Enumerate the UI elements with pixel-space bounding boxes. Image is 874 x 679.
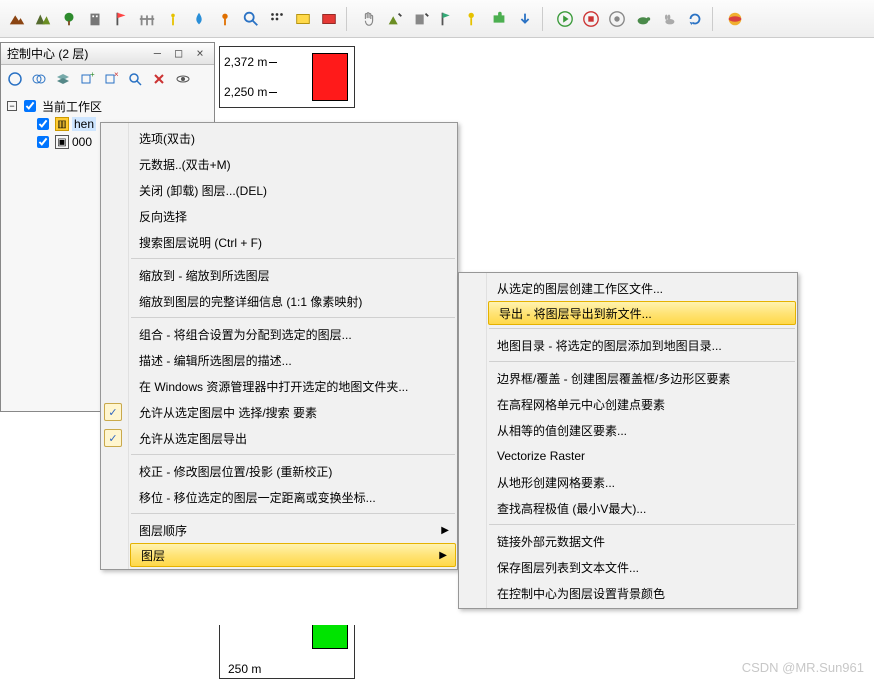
- smi-find-minmax[interactable]: 查找高程极值 (最小V最大)...: [487, 495, 797, 521]
- layer1-checkbox[interactable]: [37, 118, 49, 130]
- edit-pin-icon[interactable]: [462, 8, 484, 30]
- smi-export[interactable]: 导出 - 将图层导出到新文件...: [488, 301, 796, 325]
- smi-vectorize[interactable]: Vectorize Raster: [487, 443, 797, 469]
- legend-swatch-green: [312, 625, 348, 649]
- watermark-text: CSDN @MR.Sun961: [742, 660, 864, 675]
- mountain-icon[interactable]: [32, 8, 54, 30]
- tree-icon[interactable]: [58, 8, 80, 30]
- legend-value-1: 2,372 m: [224, 55, 267, 69]
- svg-text:+: +: [90, 71, 95, 79]
- terrain-icon[interactable]: [6, 8, 28, 30]
- smi-save-list[interactable]: 保存图层列表到文本文件...: [487, 554, 797, 580]
- mi-metadata[interactable]: 元数据..(双击+M): [129, 151, 457, 177]
- layer-context-menu: 选项(双击) 元数据..(双击+M) 关闭 (卸载) 图层...(DEL) 反向…: [100, 122, 458, 570]
- arrow-down-icon[interactable]: [514, 8, 536, 30]
- panel-min-button[interactable]: —: [149, 47, 165, 61]
- smi-bbox[interactable]: 边界框/覆盖 - 创建图层覆盖框/多边形区要素: [487, 365, 797, 391]
- rect-yellow-icon[interactable]: [292, 8, 314, 30]
- mi-open-explorer[interactable]: 在 Windows 资源管理器中打开选定的地图文件夹...: [129, 373, 457, 399]
- ptb-rings-icon[interactable]: [29, 69, 49, 89]
- mi-invert-select[interactable]: 反向选择: [129, 203, 457, 229]
- ptb-close-icon[interactable]: [149, 69, 169, 89]
- panel-close-button[interactable]: ×: [192, 47, 208, 61]
- legend-swatch-red: [312, 53, 348, 101]
- submenu-arrow-icon: ▶: [439, 550, 447, 561]
- hand-icon[interactable]: [358, 8, 380, 30]
- mi-options[interactable]: 选项(双击): [129, 125, 457, 151]
- mi-group[interactable]: 组合 - 将组合设置为分配到选定的图层...: [129, 321, 457, 347]
- dotgrid-icon[interactable]: [266, 8, 288, 30]
- smi-terrain-grid[interactable]: 从地形创建网格要素...: [487, 469, 797, 495]
- root-checkbox[interactable]: [24, 100, 36, 112]
- main-toolbar: [0, 0, 874, 38]
- layer-submenu: 从选定的图层创建工作区文件... 导出 - 将图层导出到新文件... 地图目录 …: [458, 272, 798, 609]
- rabbit-icon[interactable]: [658, 8, 680, 30]
- building-icon[interactable]: [84, 8, 106, 30]
- svg-text:×: ×: [114, 71, 119, 79]
- puzzle-icon[interactable]: [488, 8, 510, 30]
- turtle-icon[interactable]: [632, 8, 654, 30]
- edit-terrain-icon[interactable]: [384, 8, 406, 30]
- check-icon: ✓: [104, 429, 122, 447]
- smi-bgcolor[interactable]: 在控制中心为图层设置背景颜色: [487, 580, 797, 606]
- smi-equal-areas[interactable]: 从相等的值创建区要素...: [487, 417, 797, 443]
- panel-titlebar[interactable]: 控制中心 (2 层) — □ ×: [1, 43, 214, 65]
- flag-icon[interactable]: [110, 8, 132, 30]
- legend-window[interactable]: 2,372 m 2,250 m: [219, 46, 355, 108]
- record-icon[interactable]: [606, 8, 628, 30]
- mi-allow-select[interactable]: ✓允许从选定图层中 选择/搜索 要素: [129, 399, 457, 425]
- submenu-arrow-icon: ▶: [441, 525, 449, 536]
- layer2-checkbox[interactable]: [37, 136, 49, 148]
- pin-icon[interactable]: [214, 8, 236, 30]
- ptb-removelayer-icon[interactable]: ×: [101, 69, 121, 89]
- rect-red-icon[interactable]: [318, 8, 340, 30]
- mi-rectify[interactable]: 校正 - 修改图层位置/投影 (重新校正): [129, 458, 457, 484]
- check-icon: ✓: [104, 403, 122, 421]
- collapse-toggle[interactable]: −: [7, 101, 17, 111]
- smi-elev-points[interactable]: 在高程网格单元中心创建点要素: [487, 391, 797, 417]
- raster-icon: ▥: [55, 117, 69, 131]
- water-icon[interactable]: [188, 8, 210, 30]
- mi-zoom-detail[interactable]: 缩放到图层的完整详细信息 (1:1 像素映射): [129, 288, 457, 314]
- mi-allow-export[interactable]: ✓允许从选定图层导出: [129, 425, 457, 451]
- tool-a-icon[interactable]: [162, 8, 184, 30]
- mi-search-desc[interactable]: 搜索图层说明 (Ctrl + F): [129, 229, 457, 255]
- globe-icon[interactable]: [724, 8, 746, 30]
- layer2-label: 000: [72, 135, 92, 149]
- loop-icon[interactable]: [684, 8, 706, 30]
- ptb-layers-icon[interactable]: [53, 69, 73, 89]
- ptb-zoom-icon[interactable]: [125, 69, 145, 89]
- edit-building-icon[interactable]: [410, 8, 432, 30]
- root-label: 当前工作区: [42, 98, 102, 115]
- smi-map-catalog[interactable]: 地图目录 - 将选定的图层添加到地图目录...: [487, 332, 797, 358]
- panel-title-text: 控制中心 (2 层): [7, 45, 88, 62]
- fence-icon[interactable]: [136, 8, 158, 30]
- ptb-globe-icon[interactable]: [5, 69, 25, 89]
- edit-flag-icon[interactable]: [436, 8, 458, 30]
- mi-describe[interactable]: 描述 - 编辑所选图层的描述...: [129, 347, 457, 373]
- mi-layer-submenu[interactable]: 图层▶: [130, 543, 456, 567]
- mi-shift[interactable]: 移位 - 移位选定的图层一定距离或变换坐标...: [129, 484, 457, 510]
- tree-root-row[interactable]: − 当前工作区: [7, 97, 208, 115]
- mi-layer-order[interactable]: 图层顺序▶: [129, 517, 457, 543]
- legend-window-bottom: 250 m: [219, 625, 355, 679]
- stop-icon[interactable]: [580, 8, 602, 30]
- panel-toolbar: + ×: [1, 65, 214, 93]
- mi-close-layer[interactable]: 关闭 (卸载) 图层...(DEL): [129, 177, 457, 203]
- ptb-eye-icon[interactable]: [173, 69, 193, 89]
- layer1-label: hen: [72, 117, 96, 131]
- ptb-addlayer-icon[interactable]: +: [77, 69, 97, 89]
- play-icon[interactable]: [554, 8, 576, 30]
- legend-value-3: 250 m: [228, 662, 261, 676]
- search-icon[interactable]: [240, 8, 262, 30]
- panel-max-button[interactable]: □: [171, 47, 187, 61]
- smi-link-metadata[interactable]: 链接外部元数据文件: [487, 528, 797, 554]
- vector-icon: ▣: [55, 135, 69, 149]
- smi-create-workspace[interactable]: 从选定的图层创建工作区文件...: [487, 275, 797, 301]
- mi-zoom-to[interactable]: 缩放到 - 缩放到所选图层: [129, 262, 457, 288]
- legend-value-2: 2,250 m: [224, 85, 267, 99]
